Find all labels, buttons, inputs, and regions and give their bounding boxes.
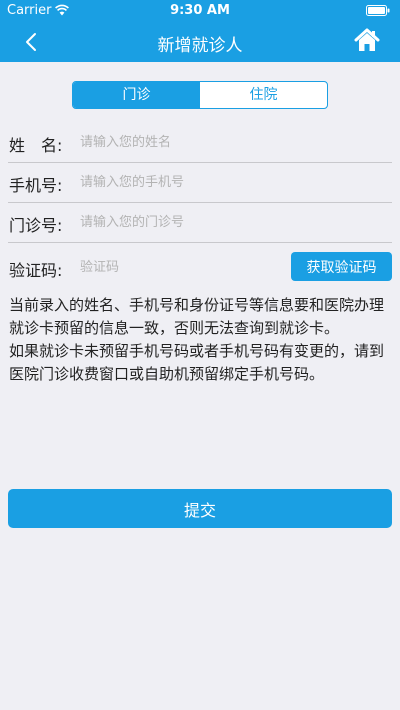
name-label: 姓 名: — [9, 136, 63, 155]
phone-label: 手机号: — [9, 176, 63, 195]
tab-inpatient[interactable]: 住院 — [200, 82, 327, 108]
nav-bar: 新增就诊人 — [0, 22, 400, 62]
clinic-number-input[interactable] — [80, 211, 280, 233]
clinic-number-label: 门诊号: — [9, 216, 63, 235]
verification-code-label: 验证码: — [9, 261, 63, 280]
notice-paragraph: 当前录入的姓名、手机号和身份证号等信息要和医院办理就诊卡预留的信息一致，否则无法… — [9, 296, 385, 337]
home-icon[interactable] — [354, 28, 380, 52]
verification-code-input[interactable] — [80, 256, 260, 278]
name-input[interactable] — [80, 131, 280, 153]
verification-code-row: 验证码: 获取验证码 — [0, 251, 400, 283]
status-time: 9:30 AM — [170, 3, 230, 18]
tab-outpatient[interactable]: 门诊 — [73, 82, 200, 108]
submit-button[interactable]: 提交 — [8, 489, 392, 528]
app-header: Carrier 9:30 AM 新增就诊人 — [0, 0, 400, 62]
notice-paragraph: 如果就诊卡未预留手机号码或者手机号码有变更的，请到医院门诊收费窗口或自助机预留绑… — [9, 342, 385, 383]
get-verification-code-button[interactable]: 获取验证码 — [291, 252, 392, 281]
notice-text: 当前录入的姓名、手机号和身份证号等信息要和医院办理就诊卡预留的信息一致，否则无法… — [9, 294, 393, 386]
phone-row: 手机号: — [0, 163, 400, 203]
phone-input[interactable] — [80, 171, 280, 193]
battery-icon — [366, 5, 390, 16]
clinic-number-row: 门诊号: — [0, 203, 400, 243]
name-row: 姓 名: — [0, 123, 400, 163]
page-title: 新增就诊人 — [157, 36, 243, 56]
status-bar: Carrier 9:30 AM — [0, 0, 400, 22]
visit-type-segmented-control: 门诊 住院 — [72, 81, 328, 109]
row-divider — [8, 242, 392, 243]
